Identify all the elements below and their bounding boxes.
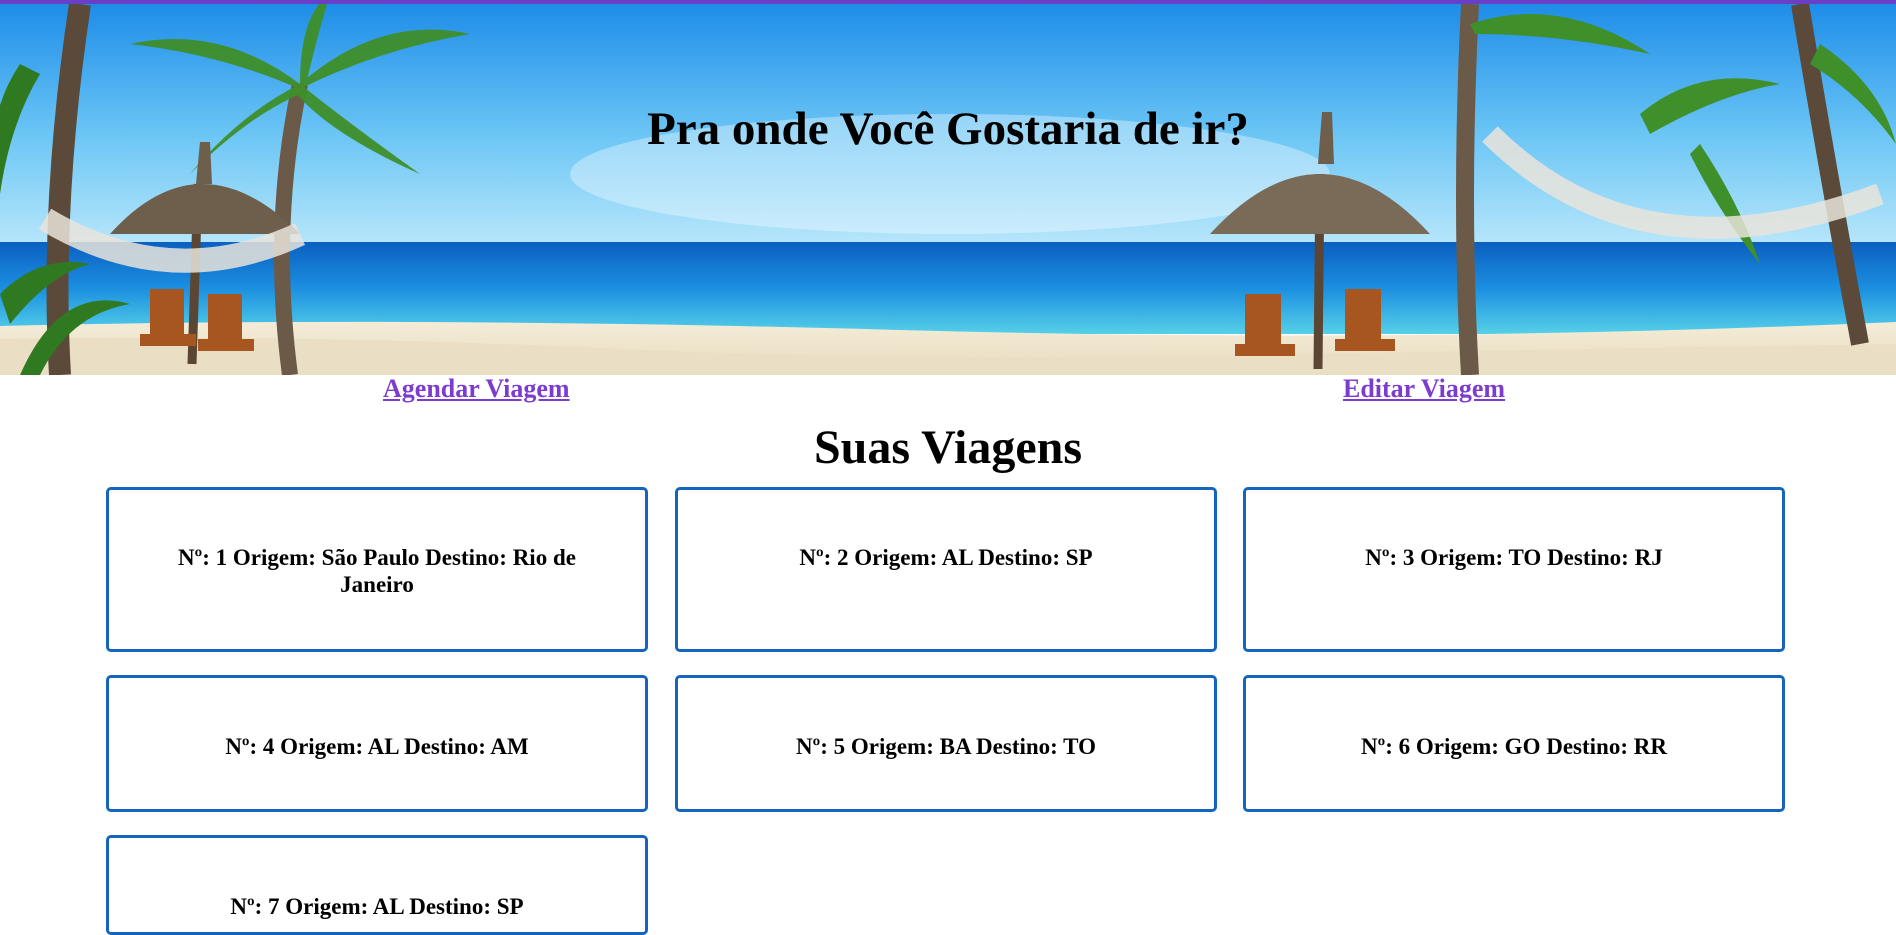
- trip-card[interactable]: Nº: 7 Origem: AL Destino: SP: [106, 835, 648, 935]
- trip-card-text: Nº: 5 Origem: BA Destino: TO: [796, 734, 1096, 759]
- trip-card-text: Nº: 7 Origem: AL Destino: SP: [230, 894, 524, 919]
- agendar-viagem-link[interactable]: Agendar Viagem: [383, 374, 570, 404]
- trip-card[interactable]: Nº: 1 Origem: São Paulo Destino: Rio de …: [106, 487, 648, 652]
- trip-card[interactable]: Nº: 3 Origem: TO Destino: RJ: [1243, 487, 1785, 652]
- trip-card-text: Nº: 2 Origem: AL Destino: SP: [799, 545, 1093, 570]
- trip-card[interactable]: Nº: 2 Origem: AL Destino: SP: [675, 487, 1217, 652]
- hero-banner: Pra onde Você Gostaria de ir?: [0, 4, 1896, 375]
- trip-card[interactable]: Nº: 4 Origem: AL Destino: AM: [106, 675, 648, 812]
- trip-card-text: Nº: 6 Origem: GO Destino: RR: [1361, 734, 1667, 759]
- editar-viagem-link[interactable]: Editar Viagem: [1343, 374, 1505, 404]
- section-title: Suas Viagens: [813, 421, 1083, 474]
- trip-card[interactable]: Nº: 6 Origem: GO Destino: RR: [1243, 675, 1785, 812]
- hero-title: Pra onde Você Gostaria de ir?: [647, 103, 1249, 155]
- trip-card-text: Nº: 4 Origem: AL Destino: AM: [225, 734, 529, 759]
- beach-banner-image: [0, 4, 1896, 375]
- trip-card[interactable]: Nº: 5 Origem: BA Destino: TO: [675, 675, 1217, 812]
- trip-card-text: Nº: 3 Origem: TO Destino: RJ: [1365, 545, 1663, 570]
- trip-card-text: Nº: 1 Origem: São Paulo Destino: Rio de …: [178, 545, 576, 597]
